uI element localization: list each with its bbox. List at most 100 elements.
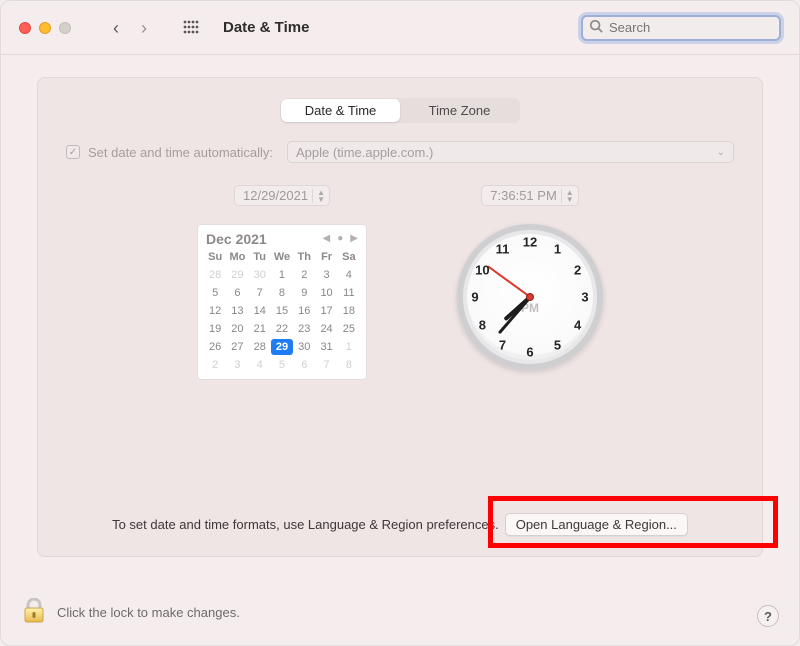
time-stepper: 7:36:51 PM ▲▼ xyxy=(481,185,578,206)
date-column: 12/29/2021 ▲▼ Dec 2021 ◀ ● ▶ SuMoTuW xyxy=(197,185,367,380)
show-all-prefs-button[interactable] xyxy=(183,20,199,36)
auto-set-label: Set date and time automatically: xyxy=(88,145,273,160)
clock-number: 4 xyxy=(574,317,581,332)
calendar-day: 16 xyxy=(293,303,315,319)
search-field[interactable] xyxy=(581,15,781,41)
calendar-next-icon: ▶ xyxy=(350,234,358,244)
calendar-month-label: Dec 2021 xyxy=(206,231,267,247)
calendar-day: 31 xyxy=(315,339,337,355)
calendar-day: 1 xyxy=(338,339,360,355)
open-language-region-button[interactable]: Open Language & Region... xyxy=(505,513,688,536)
calendar-nav: ◀ ● ▶ xyxy=(323,234,358,244)
calendar-day: 22 xyxy=(271,321,293,337)
calendar: Dec 2021 ◀ ● ▶ SuMoTuWeThFrSa28293012345… xyxy=(197,224,367,380)
calendar-day: 21 xyxy=(249,321,271,337)
calendar-day: 4 xyxy=(249,357,271,373)
minimize-window-button[interactable] xyxy=(39,22,51,34)
search-input[interactable] xyxy=(607,19,787,36)
calendar-day: 15 xyxy=(271,303,293,319)
calendar-day: 28 xyxy=(249,339,271,355)
traffic-lights xyxy=(19,22,71,34)
calendar-dow: Tu xyxy=(249,249,271,265)
calendar-day: 11 xyxy=(338,285,360,301)
calendar-day: 8 xyxy=(338,357,360,373)
stepper-arrows-icon: ▲▼ xyxy=(561,189,574,203)
lock-hint-text: Click the lock to make changes. xyxy=(57,605,240,620)
calendar-day: 3 xyxy=(226,357,248,373)
tab-bar: Date & Time Time Zone xyxy=(280,98,520,123)
clock-number: 6 xyxy=(526,345,533,360)
calendar-dow: Th xyxy=(293,249,315,265)
clock-number: 10 xyxy=(475,262,489,277)
clock-second-hand xyxy=(487,266,530,298)
zoom-window-button xyxy=(59,22,71,34)
chevron-down-icon: ⌄ xyxy=(717,147,725,158)
date-value: 12/29/2021 xyxy=(243,188,308,203)
calendar-day: 24 xyxy=(315,321,337,337)
date-stepper: 12/29/2021 ▲▼ xyxy=(234,185,330,206)
back-button[interactable]: ‹ xyxy=(113,19,119,37)
clock-number: 11 xyxy=(496,242,510,257)
analog-clock: PM 121234567891011 xyxy=(457,224,603,370)
time-column: 7:36:51 PM ▲▼ PM 121234567891011 xyxy=(457,185,603,380)
settings-panel: Date & Time Time Zone ✓ Set date and tim… xyxy=(37,77,763,557)
clock-number: 12 xyxy=(523,235,537,250)
nav-arrows: ‹ › xyxy=(113,19,147,37)
calendar-day: 7 xyxy=(315,357,337,373)
calendar-day: 26 xyxy=(204,339,226,355)
help-button[interactable]: ? xyxy=(757,605,779,627)
lock-row: Click the lock to make changes. xyxy=(23,598,240,627)
calendar-day: 9 xyxy=(293,285,315,301)
calendar-day: 5 xyxy=(271,357,293,373)
clock-minute-hand xyxy=(497,296,531,334)
time-server-value: Apple (time.apple.com.) xyxy=(296,145,433,160)
calendar-day: 2 xyxy=(293,267,315,283)
calendar-dow: Sa xyxy=(338,249,360,265)
time-server-dropdown: Apple (time.apple.com.) ⌄ xyxy=(287,141,734,163)
clock-center-pin xyxy=(526,293,534,301)
calendar-day: 6 xyxy=(293,357,315,373)
clock-number: 9 xyxy=(471,290,478,305)
date-time-columns: 12/29/2021 ▲▼ Dec 2021 ◀ ● ▶ SuMoTuW xyxy=(66,185,734,380)
tab-date-time[interactable]: Date & Time xyxy=(281,99,400,122)
calendar-day: 29 xyxy=(226,267,248,283)
calendar-day: 30 xyxy=(249,267,271,283)
search-icon xyxy=(589,19,603,36)
content-area: Date & Time Time Zone ✓ Set date and tim… xyxy=(1,55,799,645)
calendar-today-icon: ● xyxy=(337,234,343,244)
calendar-day: 5 xyxy=(204,285,226,301)
titlebar: ‹ › Date & Time xyxy=(1,1,799,55)
calendar-day: 6 xyxy=(226,285,248,301)
calendar-day: 20 xyxy=(226,321,248,337)
window-title: Date & Time xyxy=(223,19,309,36)
clock-number: 2 xyxy=(574,262,581,277)
clock-number: 3 xyxy=(581,290,588,305)
calendar-dow: Mo xyxy=(226,249,248,265)
calendar-dow: We xyxy=(271,249,293,265)
calendar-day: 28 xyxy=(204,267,226,283)
calendar-day: 10 xyxy=(315,285,337,301)
calendar-day: 18 xyxy=(338,303,360,319)
calendar-day: 13 xyxy=(226,303,248,319)
calendar-prev-icon: ◀ xyxy=(323,234,331,244)
calendar-day: 30 xyxy=(293,339,315,355)
format-hint-row: To set date and time formats, use Langua… xyxy=(38,513,762,536)
calendar-day: 27 xyxy=(226,339,248,355)
auto-set-row: ✓ Set date and time automatically: Apple… xyxy=(66,141,734,163)
calendar-day: 29 xyxy=(271,339,293,355)
clock-number: 5 xyxy=(554,337,561,352)
time-value: 7:36:51 PM xyxy=(490,188,557,203)
lock-icon[interactable] xyxy=(23,598,45,627)
calendar-dow: Su xyxy=(204,249,226,265)
close-window-button[interactable] xyxy=(19,22,31,34)
calendar-day: 12 xyxy=(204,303,226,319)
calendar-day: 19 xyxy=(204,321,226,337)
clock-number: 8 xyxy=(479,317,486,332)
forward-button: › xyxy=(141,19,147,37)
calendar-day: 17 xyxy=(315,303,337,319)
format-hint-text: To set date and time formats, use Langua… xyxy=(112,517,499,532)
stepper-arrows-icon: ▲▼ xyxy=(312,189,325,203)
calendar-day: 4 xyxy=(338,267,360,283)
tab-time-zone[interactable]: Time Zone xyxy=(400,99,519,122)
clock-number: 1 xyxy=(554,242,561,257)
